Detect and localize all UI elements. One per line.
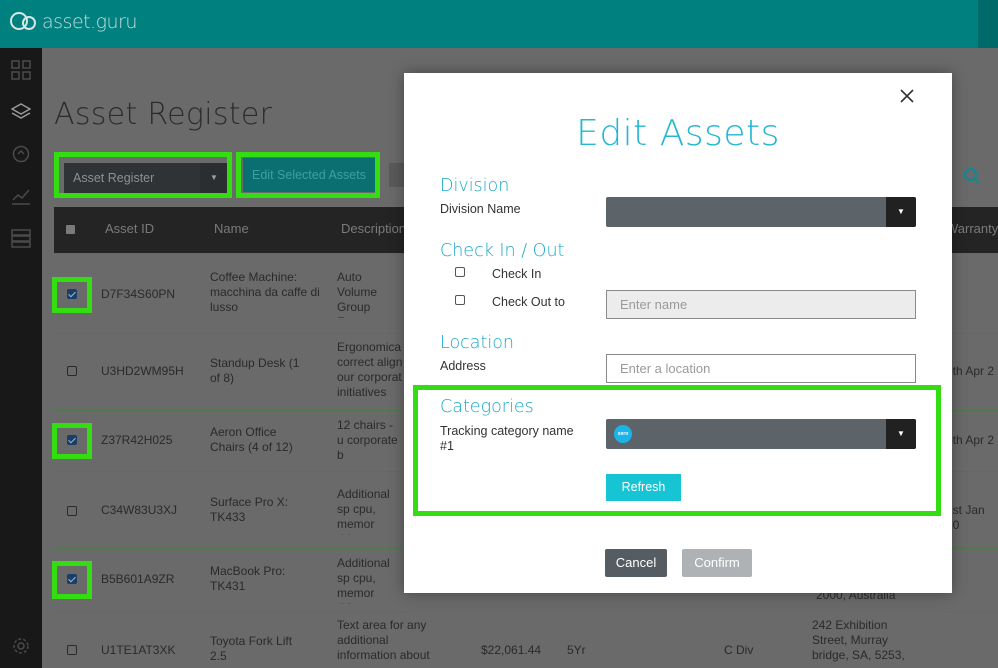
chevron-down-icon: ▼ [886, 197, 916, 227]
sync-icon[interactable] [11, 144, 31, 164]
close-icon[interactable] [898, 87, 916, 105]
app-logo[interactable]: asset.guru [10, 8, 137, 36]
cell-name: Surface Pro X: TK433 [210, 495, 289, 524]
highlight-frame-checkbox [52, 277, 92, 313]
list-icon[interactable] [11, 228, 31, 248]
row-divider [54, 611, 998, 612]
cell-description: Additional sp cpu, memor drive, etc. [337, 556, 390, 604]
cell-description: Ergonomica correct align our corporat in… [337, 340, 403, 399]
division-name-select[interactable]: ▼ [606, 197, 916, 227]
highlight-frame-edit-button [236, 152, 380, 198]
check-in-label: Check In [492, 267, 542, 281]
section-heading-location: Location [440, 333, 515, 353]
cell-name: Aeron Office Chairs (4 of 12) [210, 425, 293, 454]
cell-asset-id[interactable]: U1TE1AT3XK [101, 643, 175, 658]
cell-asset-id[interactable]: B5B601A9ZR [101, 572, 174, 587]
top-bar: asset.guru [0, 0, 998, 48]
cancel-button[interactable]: Cancel [605, 549, 667, 577]
column-header-warranty[interactable]: Warranty [946, 221, 998, 236]
cell-asset-id[interactable]: C34W83U3XJ [101, 503, 177, 518]
row-checkbox[interactable] [67, 366, 77, 376]
sidebar [0, 48, 42, 668]
select-all-checkbox[interactable] [66, 225, 75, 234]
settings-gear-icon[interactable] [11, 636, 31, 656]
column-header-name[interactable]: Name [214, 221, 249, 236]
cell-name: Coffee Machine: macchina da caffe di lus… [210, 270, 320, 314]
cell-asset-id[interactable]: D7F34S60PN [101, 287, 175, 302]
highlight-frame-checkbox [52, 423, 92, 459]
check-out-name-input[interactable]: Enter name [606, 290, 916, 319]
address-label: Address [440, 359, 486, 373]
section-heading-check-in-out: Check In / Out [440, 241, 565, 261]
cell-name: Toyota Fork Lift 2.5 [210, 634, 293, 663]
modal-title: Edit Assets [576, 113, 780, 154]
check-out-label: Check Out to [492, 295, 565, 309]
toolbar-button-partial[interactable] [389, 163, 405, 187]
cell-description: 12 chairs - u corporate b agreement [337, 418, 398, 466]
cell-description: Text area for any additional information… [337, 618, 430, 662]
cell-division: C Div [724, 643, 754, 657]
highlight-frame-checkbox [52, 561, 92, 599]
topbar-right-strip [978, 0, 998, 48]
section-heading-division: Division [440, 176, 510, 196]
cell-asset-id[interactable]: U3HD2WM95H [101, 364, 184, 379]
cell-cost: $22,061.44 [481, 643, 542, 657]
cell-description: Additional sp cpu, memor drive, etc. [337, 487, 390, 535]
search-icon[interactable] [963, 167, 981, 185]
logo-text: asset.guru [42, 11, 137, 33]
cell-warranty: 4th Apr 2 [946, 433, 995, 447]
address-input[interactable]: Enter a location [606, 354, 916, 383]
page-title: Asset Register [54, 97, 273, 132]
dashboard-grid-icon[interactable] [11, 60, 31, 80]
check-out-checkbox[interactable] [455, 295, 465, 305]
chart-icon[interactable] [11, 186, 31, 206]
cell-name: Standup Desk (1 of 8) [210, 356, 300, 385]
cell-warranty: 1st Jan 20 [946, 503, 985, 532]
layers-icon[interactable] [10, 102, 32, 122]
cell-warranty: 0th Apr 2 [946, 364, 995, 378]
cell-name: MacBook Pro: TK431 [210, 564, 286, 593]
row-checkbox[interactable] [67, 506, 77, 516]
cell-address: 242 Exhibition Street, Murray bridge, SA… [812, 618, 905, 662]
cell-description: Auto Volume Group Espre Machine [337, 270, 378, 318]
row-checkbox[interactable] [67, 645, 77, 655]
cell-term: 5Yr [567, 643, 586, 657]
cell-asset-id[interactable]: Z37R42H025 [101, 433, 172, 448]
check-in-checkbox[interactable] [455, 267, 465, 277]
highlight-frame-categories [413, 385, 941, 516]
division-name-label: Division Name [440, 202, 521, 216]
column-header-asset-id[interactable]: Asset ID [105, 221, 154, 236]
highlight-frame-select [54, 152, 232, 198]
confirm-button[interactable]: Confirm [682, 549, 752, 577]
column-header-description[interactable]: Description [341, 221, 406, 236]
logo-icon [10, 8, 40, 36]
